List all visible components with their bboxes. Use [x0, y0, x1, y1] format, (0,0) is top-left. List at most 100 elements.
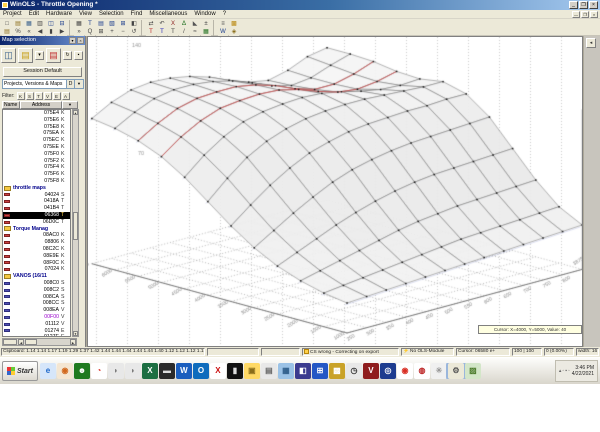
- taskbar-excel-icon[interactable]: X: [141, 363, 158, 379]
- scroll-down-icon[interactable]: ▼: [73, 331, 78, 336]
- filter-button-t[interactable]: T: [34, 91, 43, 100]
- map-list-row[interactable]: 075F2 K: [3, 158, 70, 165]
- scroll-up-icon[interactable]: ▲: [73, 110, 78, 115]
- menu-item-selection[interactable]: Selection: [99, 11, 124, 17]
- map-list-folder-row[interactable]: Torque Manag: [3, 226, 70, 233]
- taskbar-photo-icon[interactable]: ▦: [277, 363, 294, 379]
- taskbar-terminal-icon[interactable]: ▮: [226, 363, 243, 379]
- map-list-row[interactable]: 008C0 S: [3, 280, 70, 287]
- map-list-folder-row[interactable]: VANOS (16/11: [3, 273, 70, 280]
- session-default-button[interactable]: Session Default: [3, 67, 82, 77]
- folder-icon[interactable]: ▤: [2, 27, 12, 36]
- map-list-row[interactable]: 0127EE: [3, 334, 70, 336]
- map-list-row[interactable]: 06D0C T: [3, 219, 70, 226]
- colors-icon[interactable]: ▩: [229, 19, 239, 28]
- wave-icon[interactable]: ≈: [190, 27, 200, 36]
- map-list-row[interactable]: 01274 E: [3, 328, 70, 335]
- menu-item-help[interactable]: ?: [223, 11, 226, 17]
- map-list-row[interactable]: 041B4 T: [3, 205, 70, 212]
- view-text-icon[interactable]: T: [85, 19, 95, 28]
- text-black-icon[interactable]: T: [168, 27, 178, 36]
- print-icon[interactable]: ▥: [35, 19, 45, 28]
- view-hexdump-icon[interactable]: ▦: [74, 19, 84, 28]
- list-icon[interactable]: ≡: [218, 19, 228, 28]
- project-combo[interactable]: Projects, Versions & Maps D ▼: [2, 79, 84, 89]
- nav-first-icon[interactable]: «: [24, 27, 34, 36]
- multiply-icon[interactable]: X: [168, 19, 178, 28]
- project-combo-tag[interactable]: D: [66, 80, 74, 88]
- text-red-icon[interactable]: T: [146, 27, 156, 36]
- filter-button-s[interactable]: S: [25, 91, 34, 100]
- scroll-thumb[interactable]: [73, 211, 78, 240]
- map-list-row[interactable]: 06368 T: [3, 211, 70, 219]
- filter-button-k[interactable]: K: [16, 91, 25, 100]
- close-button[interactable]: ×: [589, 1, 598, 9]
- start-button[interactable]: Start: [2, 361, 38, 381]
- filter-button-e[interactable]: E: [52, 91, 61, 100]
- map-list-row[interactable]: 08806 K: [3, 239, 70, 246]
- map-list-row[interactable]: 00F00 V: [3, 314, 70, 321]
- map-list-row[interactable]: 08F0C K: [3, 260, 70, 267]
- menu-item-window[interactable]: Window: [194, 11, 215, 17]
- map-list-row[interactable]: 075F0 K: [3, 151, 70, 158]
- taskbar-photos-icon[interactable]: ▨: [464, 363, 481, 379]
- taskbar-edge2-icon[interactable]: ◗: [124, 363, 141, 379]
- map-list-row[interactable]: 008CC S: [3, 300, 70, 307]
- taskbar-word-icon[interactable]: W: [175, 363, 192, 379]
- map-list-row[interactable]: 075EA K: [3, 130, 70, 137]
- menu-item-hardware[interactable]: Hardware: [46, 11, 72, 17]
- taskbar-flame-icon[interactable]: V: [362, 363, 379, 379]
- mdi-minimize-button[interactable]: —: [572, 10, 580, 18]
- mdi-restore-button[interactable]: ❐: [581, 10, 589, 18]
- map-list-row[interactable]: 075F6 K: [3, 171, 70, 178]
- pen-icon[interactable]: /: [179, 27, 189, 36]
- taskbar-ie-icon[interactable]: e: [39, 363, 56, 379]
- taskbar-gallery-icon[interactable]: ▩: [328, 363, 345, 379]
- menu-item-miscellaneous[interactable]: Miscellaneous: [149, 11, 187, 17]
- tray-icon-3[interactable]: ▪: [565, 368, 567, 374]
- taskbar-media-player-icon[interactable]: ◉: [56, 363, 73, 379]
- signed-icon[interactable]: ±: [201, 19, 211, 28]
- tray-icon-1[interactable]: ▴: [559, 368, 562, 374]
- tray-icon-2[interactable]: ◦: [562, 368, 564, 374]
- minimize-button[interactable]: _: [569, 1, 578, 9]
- map-list-row[interactable]: 008CA S: [3, 294, 70, 301]
- nav-next-icon[interactable]: ▶: [57, 27, 67, 36]
- column-address[interactable]: Address: [20, 101, 62, 109]
- map-list-row[interactable]: 075E8 K: [3, 124, 70, 131]
- sync-windows-icon[interactable]: ⇄: [146, 19, 156, 28]
- map-list-row[interactable]: 01112 V: [3, 321, 70, 328]
- view-3d-icon[interactable]: ▧: [107, 19, 117, 28]
- zoom-icon[interactable]: Q: [85, 27, 95, 36]
- taskbar-opera-icon[interactable]: ◎: [379, 363, 396, 379]
- text-blue-icon[interactable]: T: [157, 27, 167, 36]
- save-map-icon[interactable]: ◫: [1, 48, 16, 63]
- map-list-row[interactable]: 0418A T: [3, 198, 70, 205]
- taskbar-paint-icon[interactable]: ◧: [294, 363, 311, 379]
- taskbar-winols-icon[interactable]: ⚙: [445, 363, 466, 379]
- map-green-icon[interactable]: ▦: [201, 27, 211, 36]
- map-list-row[interactable]: 04024 S: [3, 192, 70, 199]
- taskbar-chrome-icon[interactable]: ◔: [90, 363, 107, 379]
- hscroll-thumb[interactable]: [25, 339, 37, 345]
- taskbar-document-icon[interactable]: ▤: [260, 363, 277, 379]
- split-view-icon[interactable]: ◧: [129, 19, 139, 28]
- map-list-row[interactable]: 075F8 K: [3, 178, 70, 185]
- menu-item-project[interactable]: Project: [3, 11, 22, 17]
- mdi-close-button[interactable]: ×: [590, 10, 598, 18]
- panel-close-button[interactable]: ×: [77, 37, 84, 44]
- column-sort-icon[interactable]: ▼: [62, 101, 78, 109]
- save-icon[interactable]: ▦: [24, 19, 34, 28]
- map-list-row[interactable]: 08AC0 K: [3, 232, 70, 239]
- column-name[interactable]: Name: [2, 101, 20, 109]
- add-icon[interactable]: +: [107, 27, 117, 36]
- refresh-icon[interactable]: ↻: [63, 51, 72, 60]
- subtract-icon[interactable]: −: [118, 27, 128, 36]
- nav-stop-icon[interactable]: ▮: [46, 27, 56, 36]
- filter-button-v[interactable]: V: [43, 91, 52, 100]
- view-2d-icon[interactable]: ▤: [96, 19, 106, 28]
- menu-item-view[interactable]: View: [79, 11, 92, 17]
- taskbar-outlook-icon[interactable]: O: [192, 363, 209, 379]
- surface-canvas[interactable]: [88, 37, 582, 346]
- map-list-row[interactable]: 008EA V: [3, 307, 70, 314]
